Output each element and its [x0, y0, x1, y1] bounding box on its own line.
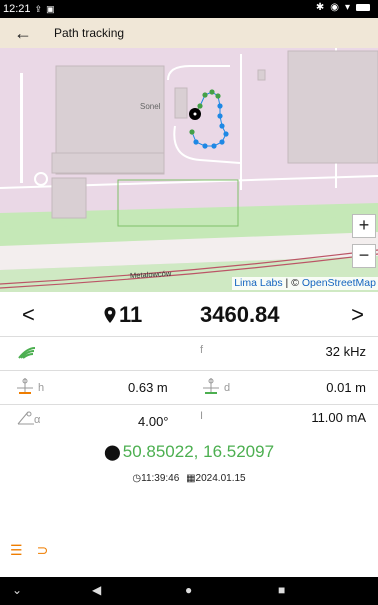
back-arrow-icon[interactable]: ←: [14, 23, 32, 44]
attribution-osm-link[interactable]: OpenStreetMap: [302, 277, 376, 289]
back-icon[interactable]: ◀: [92, 583, 101, 597]
bluetooth-icon: ✱: [315, 2, 325, 13]
calendar-icon: ▦: [186, 473, 196, 484]
i-label: I: [200, 410, 204, 422]
location-pin-icon: [104, 307, 116, 323]
attribution-separator: | ©: [282, 277, 302, 289]
f-value: 32 kHz: [325, 344, 366, 359]
angle-current-row: α 4.00° I 11.00 mA: [0, 406, 378, 436]
zoom-out-button[interactable]: −: [352, 244, 376, 268]
upload-icon: ⇪: [34, 3, 43, 14]
paperclip-icon[interactable]: ⊃: [37, 542, 49, 559]
point-number-value: 11: [119, 302, 143, 327]
distance-value: 3460.84: [200, 302, 280, 327]
zoom-in-button[interactable]: +: [352, 214, 376, 238]
distance-d-icon: [203, 378, 219, 394]
map-view[interactable]: ← Path tracking Sonel Metalowców + − Lim…: [0, 18, 378, 292]
map-canvas: [0, 18, 378, 292]
next-point-button[interactable]: >: [351, 302, 364, 328]
attribution-brand-link[interactable]: Lima Labs: [234, 277, 282, 289]
page-title: Path tracking: [54, 26, 125, 40]
f-label: f: [200, 344, 204, 356]
h-value: 0.63 m: [128, 380, 168, 395]
keyboard-hide-icon[interactable]: ⌄: [12, 583, 22, 597]
map-attribution: Lima Labs | © OpenStreetMap: [232, 277, 378, 290]
status-bar: 12:21 ⇪ ▣ ✱ ◉ ▾: [0, 0, 378, 18]
measurement-date: 2024.01.15: [195, 473, 246, 484]
recents-icon[interactable]: ■: [278, 583, 285, 597]
angle-alpha-icon: [17, 411, 34, 425]
bottom-toolbar: ☰ ⊃: [10, 542, 48, 559]
clock-icon: ◷: [132, 473, 142, 484]
wifi-icon: ▾: [344, 2, 350, 13]
divider: [0, 404, 378, 405]
divider: [0, 336, 378, 337]
signal-waves-icon: [18, 347, 36, 359]
measurement-time: 11:39:46: [141, 473, 180, 484]
sim-icon: ▣: [46, 3, 55, 14]
alpha-label: α: [34, 414, 41, 426]
measurement-datetime: ◷11:39:46 ▦2024.01.15: [0, 473, 378, 484]
point-number: 11: [103, 302, 142, 328]
d-label: d: [224, 382, 231, 394]
point-navigation: < 11 3460.84 >: [0, 296, 378, 336]
i-value: 11.00 mA: [311, 410, 366, 425]
system-navigation-bar: ⌄ ◀ ● ■: [0, 577, 378, 605]
home-icon[interactable]: ●: [185, 583, 192, 597]
coordinates-pin-icon: ⬤: [103, 444, 121, 461]
alpha-value: 4.00°: [138, 414, 169, 429]
coordinates-value: 50.85022, 16.52097: [122, 442, 275, 461]
location-icon: ◉: [330, 2, 339, 13]
d-value: 0.01 m: [326, 380, 366, 395]
list-icon[interactable]: ☰: [10, 542, 23, 559]
battery-icon: [356, 4, 370, 11]
status-time: 12:21: [3, 3, 31, 15]
depth-h-icon: [17, 378, 33, 394]
building-label: Sonel: [140, 102, 161, 111]
divider: [0, 370, 378, 371]
coordinates: ⬤ 50.85022, 16.52097: [0, 442, 378, 462]
previous-point-button[interactable]: <: [22, 302, 35, 328]
map-header: ← Path tracking: [0, 18, 378, 48]
depth-row: h 0.63 m d 0.01 m: [0, 374, 378, 404]
h-label: h: [38, 382, 45, 394]
frequency-row: f 32 kHz: [0, 340, 378, 370]
